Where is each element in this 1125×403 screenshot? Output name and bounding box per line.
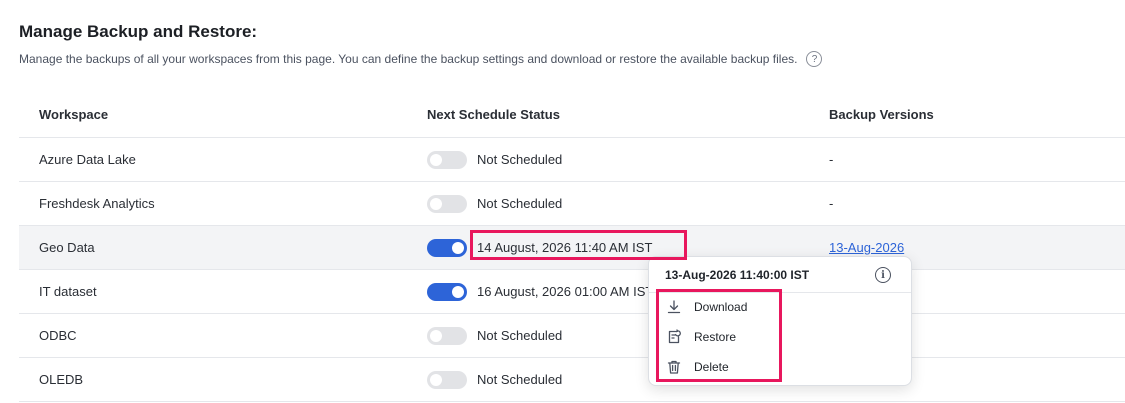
workspace-name: Freshdesk Analytics	[39, 196, 155, 211]
status-text: Not Scheduled	[477, 196, 563, 211]
table-row: Geo Data 14 August, 2026 11:40 AM IST 13…	[19, 226, 1125, 270]
subtitle-text: Manage the backups of all your workspace…	[19, 52, 798, 66]
status-text: 14 August, 2026 11:40 AM IST	[477, 240, 653, 255]
workspace-name: OLEDB	[39, 372, 84, 387]
page-title: Manage Backup and Restore:	[19, 22, 258, 41]
schedule-status: Not Scheduled	[427, 138, 562, 181]
delete-menu-item[interactable]: Delete	[661, 354, 901, 380]
table-row: Freshdesk Analytics Not Scheduled -	[19, 182, 1125, 226]
table-header: Workspace Next Schedule Status Backup Ve…	[19, 92, 1125, 138]
backup-version-link[interactable]: 13-Aug-2026	[829, 240, 904, 255]
backup-version: -	[829, 152, 834, 167]
schedule-status: 14 August, 2026 11:40 AM IST	[427, 226, 652, 269]
header-versions: Backup Versions	[829, 107, 934, 122]
schedule-status: Not Scheduled	[427, 182, 562, 225]
schedule-toggle[interactable]	[427, 370, 467, 389]
backup-version: -	[829, 196, 834, 211]
table-row: ODBC Not Scheduled	[19, 314, 1125, 358]
backup-timestamp: 13-Aug-2026 11:40:00 IST	[665, 267, 810, 282]
workspace-name: ODBC	[39, 328, 77, 343]
schedule-toggle[interactable]	[427, 238, 467, 257]
trash-icon	[665, 358, 683, 376]
download-menu-item[interactable]: Download	[661, 294, 901, 320]
schedule-status: 16 August, 2026 01:00 AM IST	[427, 270, 653, 313]
status-text: Not Scheduled	[477, 328, 563, 343]
status-text: Not Scheduled	[477, 372, 563, 387]
status-text: Not Scheduled	[477, 152, 563, 167]
restore-label: Restore	[694, 330, 737, 344]
backup-version-popover: 13-Aug-2026 11:40:00 IST i Download Rest…	[648, 256, 912, 386]
download-icon	[665, 298, 683, 316]
popover-header: 13-Aug-2026 11:40:00 IST i	[649, 257, 911, 293]
status-text: 16 August, 2026 01:00 AM IST	[477, 284, 654, 299]
schedule-toggle[interactable]	[427, 326, 467, 345]
table-row: Azure Data Lake Not Scheduled -	[19, 138, 1125, 182]
restore-icon	[665, 328, 683, 346]
restore-menu-item[interactable]: Restore	[661, 324, 901, 350]
schedule-status: Not Scheduled	[427, 358, 562, 401]
workspace-name: Geo Data	[39, 240, 95, 255]
schedule-status: Not Scheduled	[427, 314, 562, 357]
header-workspace: Workspace	[39, 107, 109, 122]
help-icon[interactable]: ?	[806, 51, 823, 67]
header-status: Next Schedule Status	[427, 107, 560, 122]
backup-restore-page: Manage Backup and Restore: Manage the ba…	[0, 0, 1125, 403]
delete-label: Delete	[694, 360, 729, 374]
workspace-table: Workspace Next Schedule Status Backup Ve…	[19, 92, 1125, 402]
workspace-name: Azure Data Lake	[39, 152, 136, 167]
schedule-toggle[interactable]	[427, 282, 467, 301]
table-row: IT dataset 16 August, 2026 01:00 AM IST	[19, 270, 1125, 314]
info-icon[interactable]: i	[875, 267, 891, 283]
download-label: Download	[694, 300, 748, 314]
schedule-toggle[interactable]	[427, 194, 467, 213]
schedule-toggle[interactable]	[427, 150, 467, 169]
table-row: OLEDB Not Scheduled	[19, 358, 1125, 402]
workspace-name: IT dataset	[39, 284, 97, 299]
page-subtitle: Manage the backups of all your workspace…	[19, 51, 823, 67]
